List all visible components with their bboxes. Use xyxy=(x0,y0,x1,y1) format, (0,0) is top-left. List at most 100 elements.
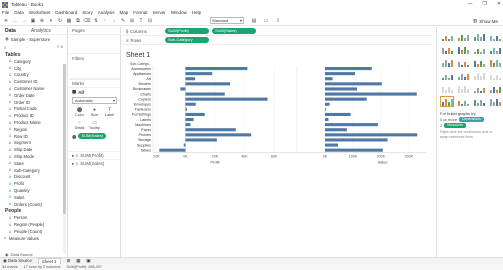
marks-tab-sales[interactable]: ▸ ≡ SUM(Sales) xyxy=(69,159,120,167)
pages-drop-area[interactable] xyxy=(69,35,120,53)
new-data-source-icon[interactable]: ⊕ xyxy=(38,17,46,25)
menu-dashboard[interactable]: Dashboard xyxy=(55,10,77,15)
show-me-button[interactable]: ▥ Show Me xyxy=(473,18,498,24)
people-heading[interactable]: People xyxy=(0,208,67,215)
field-item[interactable]: A Postal Code xyxy=(0,106,67,113)
columns-shelf[interactable]: ⫼ Columns SUM(Profit) SUM(Sales) xyxy=(122,27,432,36)
field-item[interactable]: A Row ID xyxy=(0,133,67,140)
label-button[interactable]: T Label xyxy=(102,106,117,117)
sort-descending-icon[interactable]: ↓ xyxy=(110,17,118,25)
show-me-chart-option[interactable] xyxy=(472,83,486,94)
show-me-chart-option[interactable] xyxy=(472,31,486,42)
run-update-icon[interactable]: ↻ xyxy=(56,17,64,25)
menu-window[interactable]: Window xyxy=(171,10,187,15)
swap-rows-columns-icon[interactable]: ⇅ xyxy=(92,17,100,25)
show-me-chart-option[interactable] xyxy=(488,57,502,68)
detail-button[interactable]: ⁘ Detail xyxy=(72,119,87,130)
field-item[interactable]: A Customer ID xyxy=(0,78,67,85)
duplicate-sheet-icon[interactable]: ⧉ xyxy=(74,17,82,25)
rows-pill-subcategory[interactable]: Sub-Category xyxy=(165,37,209,43)
save-icon[interactable]: ▣ xyxy=(29,17,37,25)
menu-map[interactable]: Map xyxy=(120,10,129,15)
group-icon[interactable]: ⊞ xyxy=(128,17,136,25)
menu-format[interactable]: Format xyxy=(133,10,147,15)
show-me-chart-option[interactable] xyxy=(472,96,486,107)
show-me-chart-option[interactable] xyxy=(440,44,454,55)
show-me-chart-option[interactable] xyxy=(440,31,454,42)
filter-icon[interactable]: ▿ ≡ xyxy=(57,44,63,50)
show-me-chart-option[interactable] xyxy=(440,57,454,68)
forward-icon[interactable]: → xyxy=(20,17,28,25)
field-item[interactable]: A Segment xyxy=(0,140,67,147)
field-item[interactable]: A Product Name xyxy=(0,119,67,126)
menu-story[interactable]: Story xyxy=(82,10,93,15)
sort-ascending-icon[interactable]: ↑ xyxy=(101,17,109,25)
show-me-chart-option[interactable] xyxy=(440,83,454,94)
show-me-chart-option[interactable] xyxy=(456,96,470,107)
tab-data[interactable]: Data xyxy=(5,28,16,34)
show-me-chart-option[interactable] xyxy=(488,83,502,94)
field-item[interactable]: A Sub-Category xyxy=(0,167,67,174)
clear-sheet-icon[interactable]: ⌫ xyxy=(83,17,91,25)
new-worksheet-icon[interactable]: ▦ xyxy=(65,17,73,25)
color-button[interactable]: ⬤ Color xyxy=(72,106,87,117)
field-item[interactable]: A Customer Name xyxy=(0,85,67,92)
data-pane-scrollbar[interactable] xyxy=(63,64,66,254)
show-me-chart-option[interactable] xyxy=(472,44,486,55)
menu-help[interactable]: Help xyxy=(192,10,201,15)
field-item[interactable]: A Ship Mode xyxy=(0,153,67,160)
field-item[interactable]: A Country xyxy=(0,72,67,79)
marks-tab-profit[interactable]: ▸ ≡ SUM(Profit) xyxy=(69,151,120,159)
show-me-chart-option[interactable] xyxy=(488,96,502,107)
marks-sales-pill[interactable]: SUM(Sales) xyxy=(78,133,107,139)
presentation-mode-icon[interactable]: ▭ xyxy=(262,17,270,25)
columns-pill-sales[interactable]: SUM(Sales) xyxy=(212,28,256,34)
show-me-chart-option[interactable] xyxy=(456,70,470,81)
columns-pill-profit[interactable]: SUM(Profit) xyxy=(165,28,209,34)
show-me-chart-option[interactable] xyxy=(456,31,470,42)
field-item[interactable]: A City xyxy=(0,65,67,72)
highlight-icon[interactable]: ✎ xyxy=(119,17,127,25)
fit-select[interactable]: Standard xyxy=(210,17,244,24)
marks-all-row[interactable]: ▦ All xyxy=(69,88,120,96)
show-labels-icon[interactable]: T xyxy=(137,17,145,25)
measure-values-field[interactable]: # Measure Values xyxy=(0,235,67,242)
show-me-chart-option[interactable] xyxy=(472,70,486,81)
field-item[interactable]: # Sales xyxy=(0,194,67,201)
show-me-chart-option[interactable] xyxy=(456,83,470,94)
menu-file[interactable]: File xyxy=(2,10,9,15)
field-item[interactable]: A State xyxy=(0,160,67,167)
menu-worksheet[interactable]: Worksheet xyxy=(29,10,50,15)
menu-analysis[interactable]: Analysis xyxy=(98,10,115,15)
show-me-chart-option[interactable] xyxy=(456,57,470,68)
field-item[interactable]: A Person xyxy=(0,215,67,222)
show-me-chart-option[interactable] xyxy=(440,96,454,107)
filters-card[interactable]: Filters xyxy=(69,53,120,79)
back-icon[interactable]: ← xyxy=(11,17,19,25)
fix-axes-icon[interactable]: ⊟ xyxy=(146,17,154,25)
field-item[interactable]: A Category xyxy=(0,58,67,65)
menu-server[interactable]: Server xyxy=(153,10,166,15)
field-item[interactable]: A Region (People) xyxy=(0,221,67,228)
field-item[interactable]: # Profit xyxy=(0,180,67,187)
field-item[interactable]: # Discount xyxy=(0,174,67,181)
minimize-button[interactable]: — xyxy=(467,1,472,7)
mark-type-select[interactable]: Automatic xyxy=(72,97,117,104)
show-me-chart-option[interactable] xyxy=(472,57,486,68)
field-item[interactable]: # Quantity xyxy=(0,187,67,194)
size-button[interactable]: ● Size xyxy=(87,106,102,117)
field-item[interactable]: A Order ID xyxy=(0,99,67,106)
field-item[interactable]: A Order Date xyxy=(0,92,67,99)
show-me-chart-option[interactable] xyxy=(488,44,502,55)
tab-analytics[interactable]: Analytics xyxy=(31,28,51,34)
field-item[interactable]: A People (Count) xyxy=(0,228,67,235)
show-me-chart-option[interactable] xyxy=(456,44,470,55)
tooltip-button[interactable]: ▭ Tooltip xyxy=(87,119,102,130)
share-icon[interactable]: ⇪ xyxy=(274,17,282,25)
data-source-row[interactable]: ◉ Sample - Superstore xyxy=(0,35,67,43)
menu-data[interactable]: Data xyxy=(14,10,24,15)
rows-shelf[interactable]: ≡ Rows Sub-Category xyxy=(122,36,432,45)
field-item[interactable]: A Product ID xyxy=(0,112,67,119)
tableau-home-icon[interactable]: ✳ xyxy=(2,17,10,25)
show-me-chart-option[interactable] xyxy=(488,31,502,42)
